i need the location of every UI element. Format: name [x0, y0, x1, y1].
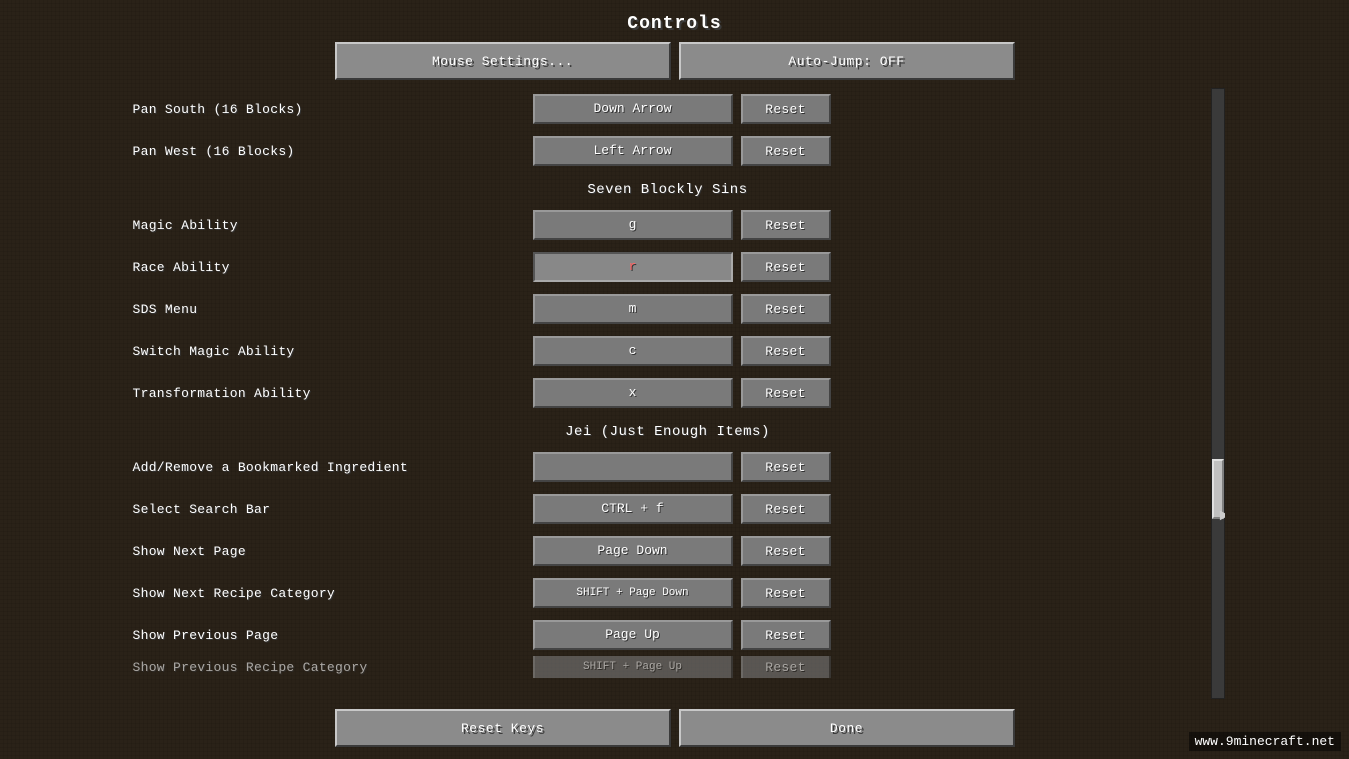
key-next-page[interactable]: Page Down [533, 536, 733, 566]
mouse-settings-button[interactable]: Mouse Settings... [335, 42, 671, 80]
control-row-next-recipe-cat: Show Next Recipe Category SHIFT + Page D… [125, 572, 1211, 614]
control-label-next-recipe-cat: Show Next Recipe Category [133, 586, 533, 601]
top-button-row: Mouse Settings... Auto-Jump: OFF [335, 42, 1015, 80]
control-label-next-page: Show Next Page [133, 544, 533, 559]
key-race-ability[interactable]: r [533, 252, 733, 282]
control-label-sds-menu: SDS Menu [133, 302, 533, 317]
control-row-sds-menu: SDS Menu m Reset [125, 288, 1211, 330]
key-magic-ability[interactable]: g [533, 210, 733, 240]
key-prev-page[interactable]: Page Up [533, 620, 733, 650]
reset-search-bar[interactable]: Reset [741, 494, 831, 524]
scrollbar-cursor-icon: ► [1220, 507, 1225, 525]
control-label-pan-south: Pan South (16 Blocks) [133, 102, 533, 117]
control-row-race-ability: Race Ability r Reset [125, 246, 1211, 288]
reset-keys-button[interactable]: Reset Keys [335, 709, 671, 747]
reset-switch-magic[interactable]: Reset [741, 336, 831, 366]
key-sds-menu[interactable]: m [533, 294, 733, 324]
bottom-button-row: Reset Keys Done [335, 699, 1015, 759]
page-header: Controls [0, 0, 1349, 42]
control-label-prev-recipe-cat: Show Previous Recipe Category [133, 660, 533, 675]
done-button[interactable]: Done [679, 709, 1015, 747]
reset-transformation[interactable]: Reset [741, 378, 831, 408]
key-prev-recipe-cat[interactable]: SHIFT + Page Up [533, 656, 733, 678]
control-row-bookmark: Add/Remove a Bookmarked Ingredient Reset [125, 446, 1211, 488]
reset-prev-page[interactable]: Reset [741, 620, 831, 650]
control-label-prev-page: Show Previous Page [133, 628, 533, 643]
control-row-switch-magic: Switch Magic Ability c Reset [125, 330, 1211, 372]
control-row-pan-south: Pan South (16 Blocks) Down Arrow Reset [125, 88, 1211, 130]
watermark: www.9minecraft.net [1189, 732, 1341, 751]
control-label-bookmark: Add/Remove a Bookmarked Ingredient [133, 460, 533, 475]
control-row-next-page: Show Next Page Page Down Reset [125, 530, 1211, 572]
reset-bookmark[interactable]: Reset [741, 452, 831, 482]
reset-magic-ability[interactable]: Reset [741, 210, 831, 240]
control-row-magic-ability: Magic Ability g Reset [125, 204, 1211, 246]
control-label-switch-magic: Switch Magic Ability [133, 344, 533, 359]
control-row-pan-west: Pan West (16 Blocks) Left Arrow Reset [125, 130, 1211, 172]
key-bookmark[interactable] [533, 452, 733, 482]
page-title: Controls [0, 14, 1349, 34]
key-transformation[interactable]: x [533, 378, 733, 408]
scroll-wrapper: Pan South (16 Blocks) Down Arrow Reset P… [125, 88, 1225, 699]
key-pan-west[interactable]: Left Arrow [533, 136, 733, 166]
control-row-transformation: Transformation Ability x Reset [125, 372, 1211, 414]
key-next-recipe-cat[interactable]: SHIFT + Page Down [533, 578, 733, 608]
section-header-sbs: Seven Blockly Sins [125, 172, 1211, 204]
key-pan-south[interactable]: Down Arrow [533, 94, 733, 124]
control-label-magic-ability: Magic Ability [133, 218, 533, 233]
control-row-search-bar: Select Search Bar CTRL + f Reset [125, 488, 1211, 530]
reset-pan-south[interactable]: Reset [741, 94, 831, 124]
controls-list: Pan South (16 Blocks) Down Arrow Reset P… [125, 88, 1211, 699]
auto-jump-button[interactable]: Auto-Jump: OFF [679, 42, 1015, 80]
reset-sds-menu[interactable]: Reset [741, 294, 831, 324]
key-switch-magic[interactable]: c [533, 336, 733, 366]
control-label-pan-west: Pan West (16 Blocks) [133, 144, 533, 159]
reset-race-ability[interactable]: Reset [741, 252, 831, 282]
section-header-jei: Jei (Just Enough Items) [125, 414, 1211, 446]
control-label-search-bar: Select Search Bar [133, 502, 533, 517]
control-row-prev-recipe-cat: Show Previous Recipe Category SHIFT + Pa… [125, 656, 1211, 678]
main-content: Controls Mouse Settings... Auto-Jump: OF… [0, 0, 1349, 759]
background: Controls Mouse Settings... Auto-Jump: OF… [0, 0, 1349, 759]
reset-next-recipe-cat[interactable]: Reset [741, 578, 831, 608]
scrollbar-track[interactable]: ► [1211, 88, 1225, 699]
key-search-bar[interactable]: CTRL + f [533, 494, 733, 524]
control-label-transformation: Transformation Ability [133, 386, 533, 401]
reset-prev-recipe-cat[interactable]: Reset [741, 656, 831, 678]
reset-next-page[interactable]: Reset [741, 536, 831, 566]
control-row-prev-page: Show Previous Page Page Up Reset [125, 614, 1211, 656]
reset-pan-west[interactable]: Reset [741, 136, 831, 166]
control-label-race-ability: Race Ability [133, 260, 533, 275]
